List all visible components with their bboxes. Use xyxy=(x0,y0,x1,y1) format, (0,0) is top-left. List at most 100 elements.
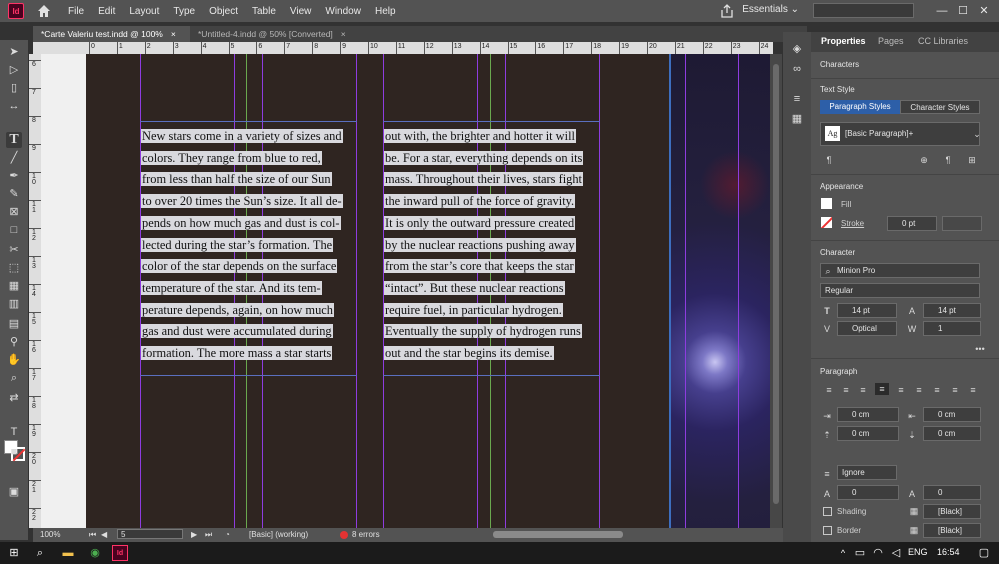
justify-center-icon[interactable]: ≡ xyxy=(894,384,908,396)
left-indent-field[interactable]: 0 cm xyxy=(837,407,899,422)
free-transform-tool-icon[interactable]: ⬚ xyxy=(6,260,22,276)
leading-field[interactable]: 14 pt xyxy=(923,303,981,318)
next-page-icon[interactable]: ▶ xyxy=(191,530,197,539)
volume-icon[interactable]: ◁ xyxy=(888,545,904,561)
shading-color-dropdown[interactable]: [Black] xyxy=(923,504,981,519)
page-tool-icon[interactable]: ▯ xyxy=(6,80,22,96)
menu-window[interactable]: Window xyxy=(325,6,361,17)
swatches-icon[interactable]: ▦ xyxy=(790,112,804,126)
menu-table[interactable]: Table xyxy=(252,6,276,17)
stroke-label[interactable]: Stroke xyxy=(841,219,864,228)
scroll-thumb[interactable] xyxy=(773,64,779,504)
horizontal-scroll-thumb[interactable] xyxy=(493,531,623,538)
text-frame-right[interactable]: out with, the brighter and hotter it wil… xyxy=(384,128,600,368)
note-tool-icon[interactable]: ▤ xyxy=(6,316,22,332)
tracking-field[interactable]: 1 xyxy=(923,321,981,336)
menu-object[interactable]: Object xyxy=(209,6,238,17)
type-tool-icon[interactable]: T xyxy=(6,132,22,148)
text-frame-left[interactable]: New stars come in a variety of sizes and… xyxy=(141,128,357,368)
menu-layout[interactable]: Layout xyxy=(129,6,159,17)
fill-color-swatch[interactable] xyxy=(821,198,832,209)
drop-cap-chars-field[interactable]: 0 xyxy=(923,485,981,500)
menu-file[interactable]: File xyxy=(68,6,84,17)
windows-start-icon[interactable]: ⊞ xyxy=(6,545,22,561)
search-input[interactable] xyxy=(813,3,914,18)
align-right-icon[interactable]: ≡ xyxy=(856,384,870,396)
wifi-icon[interactable]: ◠ xyxy=(870,545,886,561)
space-after-field[interactable]: 0 cm xyxy=(923,426,981,441)
tab-carte-valeriu[interactable]: *Carte Valeriu test.indd @ 100% × xyxy=(33,26,190,42)
rectangle-tool-icon[interactable]: □ xyxy=(6,222,22,238)
home-icon[interactable] xyxy=(36,3,52,19)
vertical-ruler[interactable]: 6 7 8 9 10 11 12 13 14 15 16 17 18 19 20 21 22 xyxy=(29,54,41,528)
justify-all-icon[interactable]: ≡ xyxy=(930,384,944,396)
stroke-type-dropdown[interactable] xyxy=(942,216,982,231)
shading-checkbox[interactable] xyxy=(823,507,832,516)
more-options-icon[interactable]: ••• xyxy=(973,343,987,355)
character-styles-button[interactable]: Character Styles xyxy=(900,100,980,114)
space-before-field[interactable]: 0 cm xyxy=(837,426,899,441)
chrome-icon[interactable]: ◉ xyxy=(87,545,103,561)
line-tool-icon[interactable]: ╱ xyxy=(6,150,22,166)
direct-selection-tool-icon[interactable]: ▷ xyxy=(6,62,22,78)
last-page-icon[interactable]: ⏭ xyxy=(205,530,212,540)
font-size-field[interactable]: 14 pt xyxy=(837,303,897,318)
workspace-switcher[interactable]: Essentials ⌄ xyxy=(742,4,799,15)
tab-properties[interactable]: Properties xyxy=(821,36,866,46)
links-icon[interactable]: ∞ xyxy=(790,62,804,76)
stroke-panel-icon[interactable]: ≡ xyxy=(790,92,804,106)
vertical-scrollbar[interactable] xyxy=(770,54,782,528)
previous-page-icon[interactable]: ◀ xyxy=(101,530,107,539)
font-style-dropdown[interactable]: Regular xyxy=(820,283,980,298)
maximize-button[interactable]: ☐ xyxy=(955,3,971,19)
chevron-up-icon[interactable]: ^ xyxy=(835,545,851,561)
menu-type[interactable]: Type xyxy=(173,6,195,17)
justify-left-icon[interactable]: ≡ xyxy=(875,383,889,395)
zoom-level[interactable]: 100% xyxy=(40,530,60,539)
indesign-taskbar-icon[interactable]: Id xyxy=(112,545,128,561)
paragraph-style-dropdown[interactable]: [Basic Paragraph]+ xyxy=(820,122,980,146)
gap-tool-icon[interactable]: ↔ xyxy=(6,98,22,114)
close-icon[interactable]: × xyxy=(341,29,346,39)
gradient-feather-tool-icon[interactable]: ▥ xyxy=(6,296,22,312)
new-style-icon[interactable]: ⊕ xyxy=(917,154,931,166)
screen-mode-icon[interactable]: ▣ xyxy=(6,484,22,500)
error-count[interactable]: 8 errors xyxy=(352,530,380,539)
network-icon[interactable]: ▭ xyxy=(852,545,868,561)
minimize-button[interactable]: — xyxy=(934,3,950,19)
file-explorer-icon[interactable]: ▬ xyxy=(60,545,76,561)
notifications-icon[interactable]: ▢ xyxy=(976,545,992,561)
search-icon[interactable]: ⌕ xyxy=(32,545,48,561)
layers-icon[interactable]: ◈ xyxy=(790,42,804,56)
tab-cc-libraries[interactable]: CC Libraries xyxy=(918,36,968,46)
menu-view[interactable]: View xyxy=(290,6,312,17)
share-icon[interactable] xyxy=(719,3,735,19)
zoom-tool-icon[interactable]: ⌕ xyxy=(6,370,22,386)
drop-cap-lines-field[interactable]: 0 xyxy=(837,485,899,500)
horizontal-ruler[interactable]: 0 1 2 3 4 5 6 7 8 9 10 11 12 13 14 15 16 17 18 19 20 21 22 23 24 xyxy=(33,42,773,54)
align-left-icon[interactable]: ≡ xyxy=(822,384,836,396)
pencil-tool-icon[interactable]: ✎ xyxy=(6,186,22,202)
eyedropper-tool-icon[interactable]: ⚲ xyxy=(6,334,22,350)
tab-untitled-4[interactable]: *Untitled-4.indd @ 50% [Converted] × xyxy=(190,26,400,42)
align-away-spine-icon[interactable]: ≡ xyxy=(966,384,980,396)
font-family-dropdown[interactable]: Minion Pro xyxy=(820,263,980,278)
close-window-button[interactable]: ✕ xyxy=(976,3,992,19)
preflight-icon[interactable]: ◔ xyxy=(225,530,230,539)
menu-edit[interactable]: Edit xyxy=(98,6,115,17)
border-checkbox[interactable] xyxy=(823,526,832,535)
align-to-grid-dropdown[interactable]: Ignore xyxy=(837,465,897,480)
menu-help[interactable]: Help xyxy=(375,6,396,17)
clock[interactable]: 16:54 xyxy=(937,547,960,557)
rectangle-frame-tool-icon[interactable]: ⊠ xyxy=(6,204,22,220)
pen-tool-icon[interactable]: ✒ xyxy=(6,168,22,184)
right-indent-field[interactable]: 0 cm xyxy=(923,407,981,422)
kerning-field[interactable]: Optical xyxy=(837,321,897,336)
normal-view-icon[interactable]: ■ xyxy=(6,444,22,460)
selection-tool-icon[interactable]: ➤ xyxy=(6,44,22,60)
align-toward-spine-icon[interactable]: ≡ xyxy=(948,384,962,396)
pilcrow-icon[interactable]: ¶ xyxy=(822,154,836,166)
swap-fill-stroke-icon[interactable]: ⇄ xyxy=(6,390,22,406)
paragraph-styles-button[interactable]: Paragraph Styles xyxy=(820,100,900,114)
justify-right-icon[interactable]: ≡ xyxy=(912,384,926,396)
